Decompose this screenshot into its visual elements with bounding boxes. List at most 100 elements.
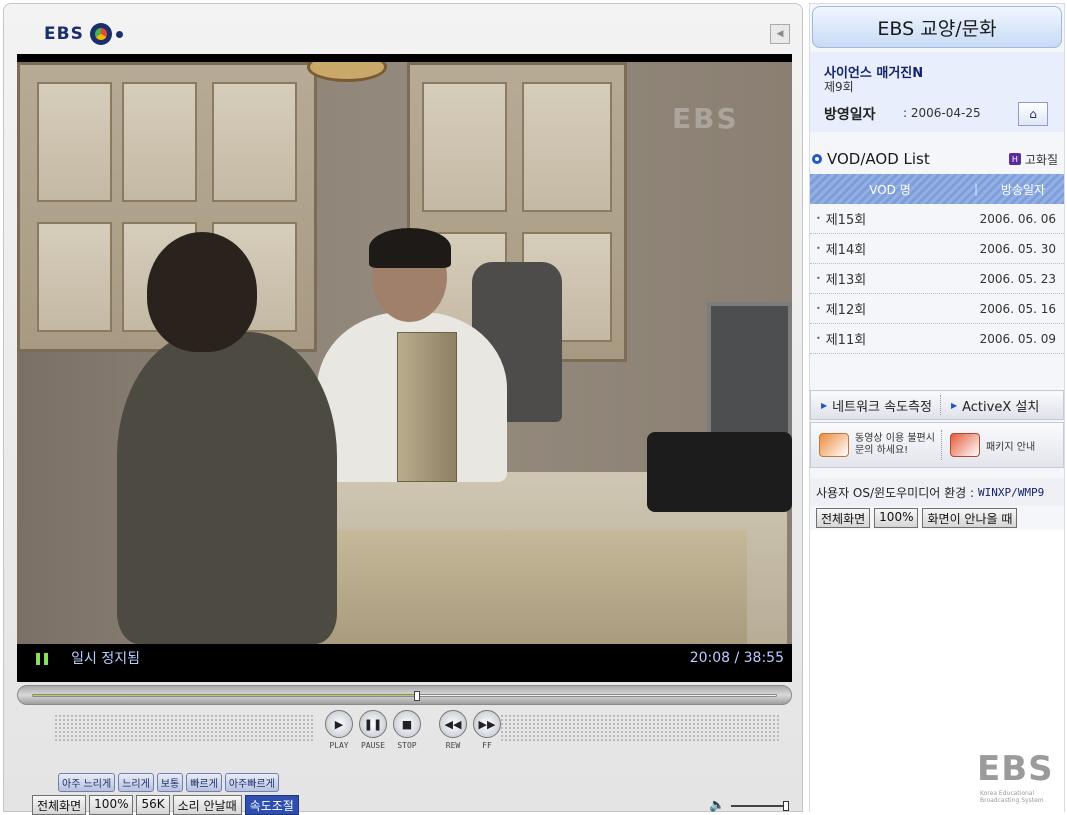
speed-control-button[interactable]: 속도조절 bbox=[244, 795, 299, 815]
bitrate-56k-button[interactable]: 56K bbox=[136, 795, 170, 815]
play-label: PLAY bbox=[329, 741, 349, 750]
side-ebs-logo: EBS bbox=[977, 749, 1054, 789]
bullet-icon: • bbox=[816, 274, 821, 283]
side-fullscreen-button[interactable]: 전체화면 bbox=[816, 508, 871, 528]
seek-progress bbox=[33, 695, 418, 696]
env-label: 사용자 OS/윈도우미디어 환경 : bbox=[816, 485, 975, 500]
vod-list-header: VOD/AOD List H 고화질 bbox=[810, 147, 1064, 171]
high-quality-toggle[interactable]: H 고화질 bbox=[1008, 151, 1058, 168]
collapse-arrow-icon[interactable]: ◀ bbox=[770, 24, 790, 44]
pause-label: PAUSE bbox=[360, 741, 386, 750]
no-video-help-button[interactable]: 화면이 안나올 때 bbox=[922, 508, 1018, 528]
vod-table-header: VOD 명 | 방송일자 bbox=[810, 174, 1064, 204]
help-line-1: 동영상 이용 불편시 bbox=[855, 433, 935, 444]
ebs-logo: EBS bbox=[44, 22, 123, 46]
list-item-episode: 제14회 bbox=[825, 243, 867, 258]
list-item[interactable]: • 제11회 2006. 05. 09 bbox=[810, 324, 1064, 354]
vod-list-title: VOD/AOD List bbox=[812, 150, 930, 168]
home-icon[interactable]: ⌂ bbox=[1018, 102, 1048, 126]
seek-thumb[interactable] bbox=[414, 691, 421, 701]
video-watermark: EBS bbox=[672, 102, 739, 135]
bullet-icon: • bbox=[816, 334, 821, 343]
video-player: EBS ◀ EBS ❚❚ 일시 정지됨 20:08 / 38:55 ▶ PLAY… bbox=[3, 3, 803, 815]
pause-icon[interactable]: ❚❚ bbox=[359, 710, 387, 738]
speed-options: 아주 느리게 느리게 보통 빠르게 아주빠르게 bbox=[58, 773, 279, 792]
playback-status: 일시 정지됨 bbox=[71, 651, 140, 667]
list-bullet-icon bbox=[812, 154, 822, 164]
help-row: 동영상 이용 불편시 문의 하세요! 패키지 안내 bbox=[810, 422, 1064, 468]
volume-thumb[interactable] bbox=[783, 800, 790, 811]
no-sound-help-button[interactable]: 소리 안날때 bbox=[172, 795, 242, 815]
air-date-label: 방영일자 bbox=[824, 107, 876, 123]
rewind-icon[interactable]: ◀◀ bbox=[439, 710, 467, 738]
video-frame: EBS bbox=[17, 62, 792, 644]
stop-label: STOP bbox=[397, 741, 417, 750]
speed-very-fast[interactable]: 아주빠르게 bbox=[224, 773, 279, 792]
zoom-100-button[interactable]: 100% bbox=[89, 795, 134, 815]
side-logo-subtitle: Korea Educational Broadcasting System bbox=[980, 790, 1044, 804]
list-item-episode: 제11회 bbox=[825, 333, 867, 348]
help-line-2: 문의 하세요! bbox=[855, 445, 909, 456]
list-item-date: 2006. 06. 06 bbox=[979, 211, 1056, 226]
list-item[interactable]: • 제14회 2006. 05. 30 bbox=[810, 234, 1064, 264]
speed-slow[interactable]: 느리게 bbox=[118, 773, 154, 792]
channel-title: EBS 교양/문화 bbox=[812, 6, 1062, 48]
col-vod-name: VOD 명 bbox=[869, 182, 911, 197]
logo-mark-icon bbox=[89, 23, 123, 45]
logo-text: EBS bbox=[44, 24, 84, 44]
bullet-icon: • bbox=[816, 214, 821, 223]
status-bar: ❚❚ 일시 정지됨 20:08 / 38:55 bbox=[17, 644, 792, 672]
arrow-right-icon: ▶ bbox=[950, 400, 958, 410]
list-item-date: 2006. 05. 16 bbox=[979, 301, 1056, 316]
list-item[interactable]: • 제15회 2006. 06. 06 bbox=[810, 204, 1064, 234]
help-inquiry-link[interactable]: 동영상 이용 불편시 문의 하세요! bbox=[811, 433, 935, 457]
inquiry-icon bbox=[819, 433, 849, 457]
dotted-panel-right bbox=[500, 714, 780, 742]
package-label: 패키지 안내 bbox=[985, 441, 1036, 453]
air-date-value: : 2006-04-25 bbox=[903, 106, 981, 120]
env-value: WINXP/WMP9 bbox=[978, 485, 1045, 499]
volume-slider[interactable] bbox=[731, 800, 790, 811]
ff-label: FF bbox=[482, 741, 492, 750]
pause-control: ❚❚ PAUSE bbox=[358, 710, 388, 750]
program-episode: 제9회 bbox=[824, 80, 854, 94]
speed-very-slow[interactable]: 아주 느리게 bbox=[58, 773, 116, 792]
fullscreen-button[interactable]: 전체화면 bbox=[32, 795, 87, 815]
volume-control: 🔈 bbox=[709, 798, 790, 813]
dotted-panel-left bbox=[54, 714, 314, 742]
list-item[interactable]: • 제12회 2006. 05. 16 bbox=[810, 294, 1064, 324]
activex-install-link[interactable]: ▶ ActiveX 설치 bbox=[941, 396, 1039, 415]
bullet-icon: • bbox=[816, 304, 821, 313]
user-environment: 사용자 OS/윈도우미디어 환경 : WINXP/WMP9 bbox=[810, 478, 1064, 506]
video-area[interactable]: EBS ❚❚ 일시 정지됨 20:08 / 38:55 bbox=[17, 54, 792, 682]
bullet-icon: • bbox=[816, 244, 821, 253]
stop-icon[interactable]: ■ bbox=[393, 710, 421, 738]
speed-normal[interactable]: 보통 bbox=[156, 773, 184, 792]
play-icon[interactable]: ▶ bbox=[325, 710, 353, 738]
list-item-date: 2006. 05. 09 bbox=[979, 331, 1056, 346]
seek-track[interactable] bbox=[32, 691, 777, 701]
rew-control: ◀◀ REW bbox=[438, 710, 468, 750]
package-guide-link[interactable]: 패키지 안내 bbox=[942, 433, 1035, 457]
list-item-episode: 제13회 bbox=[825, 273, 867, 288]
stop-control: ■ STOP bbox=[392, 710, 422, 750]
side-panel: EBS 교양/문화 사이언스 매거진N 제9회 방영일자 : 2006-04-2… bbox=[809, 3, 1065, 812]
seek-bar[interactable] bbox=[17, 685, 792, 705]
fast-forward-icon[interactable]: ▶▶ bbox=[473, 710, 501, 738]
play-control: ▶ PLAY bbox=[324, 710, 354, 750]
network-speed-link[interactable]: ▶ 네트워크 속도측정 bbox=[811, 396, 932, 415]
hq-label: 고화질 bbox=[1024, 152, 1058, 167]
vod-list-title-text: VOD/AOD List bbox=[827, 150, 930, 168]
player-bottom-buttons: 전체화면 100% 56K 소리 안날때 속도조절 bbox=[32, 795, 299, 815]
side-zoom-100-button[interactable]: 100% bbox=[874, 508, 919, 528]
list-item[interactable]: • 제13회 2006. 05. 23 bbox=[810, 264, 1064, 294]
program-info: 사이언스 매거진N 제9회 방영일자 : 2006-04-25 ⌂ bbox=[810, 52, 1064, 132]
speed-fast[interactable]: 빠르게 bbox=[186, 773, 222, 792]
list-item-date: 2006. 05. 23 bbox=[979, 271, 1056, 286]
arrow-right-icon: ▶ bbox=[821, 400, 828, 410]
transport-controls: ▶ PLAY ❚❚ PAUSE ■ STOP ◀◀ REW ▶▶ FF bbox=[324, 710, 502, 750]
list-item-episode: 제12회 bbox=[825, 303, 867, 318]
speaker-icon[interactable]: 🔈 bbox=[709, 798, 725, 813]
pause-status-icon: ❚❚ bbox=[33, 651, 51, 665]
list-item-episode: 제15회 bbox=[825, 213, 867, 228]
